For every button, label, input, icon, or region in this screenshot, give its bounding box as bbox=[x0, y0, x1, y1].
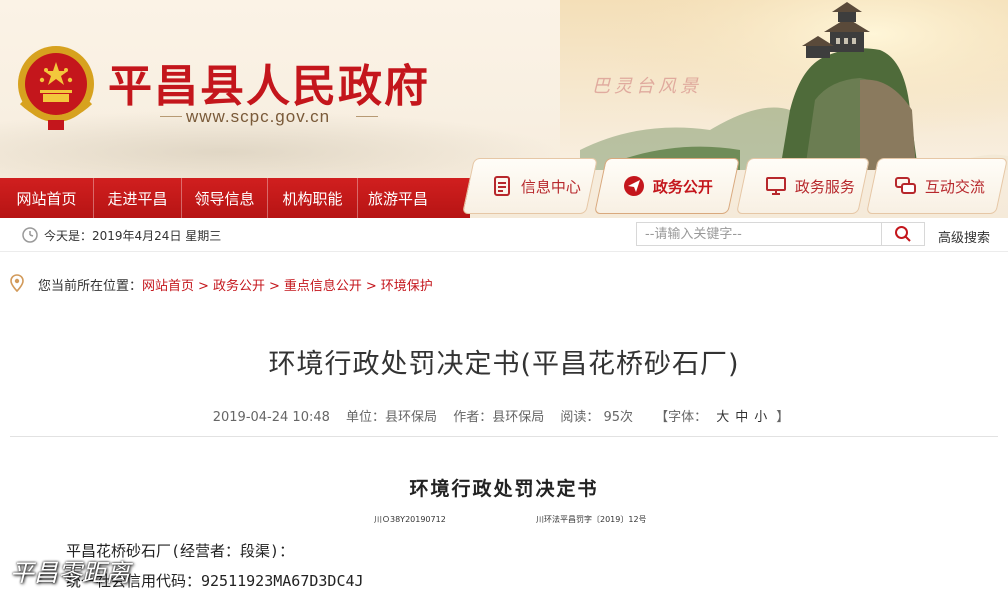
article-divider bbox=[10, 436, 998, 437]
tab-label: 政务服务 bbox=[795, 177, 856, 196]
nav-item-organizations[interactable]: 机构职能 bbox=[268, 178, 358, 218]
font-size-control: 【字体： 大中小】 bbox=[649, 410, 795, 425]
font-size-label: 【字体： bbox=[655, 410, 708, 425]
divider-line bbox=[160, 116, 182, 117]
breadcrumb-home[interactable]: 网站首页 bbox=[142, 279, 194, 294]
tab-label: 政务公开 bbox=[653, 177, 714, 196]
breadcrumb-trail: 您当前所在位置：网站首页 > 政务公开 > 重点信息公开 > 环境保护 bbox=[38, 275, 433, 294]
search-button[interactable] bbox=[881, 222, 925, 246]
divider-line bbox=[356, 116, 378, 117]
font-size-small[interactable]: 小 bbox=[754, 410, 767, 425]
breadcrumb-prefix: 您当前所在位置： bbox=[38, 279, 143, 294]
article-author: 作者：县环保局 bbox=[453, 410, 545, 425]
main-nav: 网站首页 走进平昌 领导信息 机构职能 旅游平昌 bbox=[0, 178, 470, 218]
clock-icon bbox=[22, 227, 38, 243]
article-meta: 2019-04-24 10:48 单位：县环保局 作者：县环保局 阅读： 95次… bbox=[0, 406, 1008, 425]
nav-item-home[interactable]: 网站首页 bbox=[0, 178, 94, 218]
font-size-medium[interactable]: 中 bbox=[735, 410, 748, 425]
tab-interaction[interactable]: 互动交流 bbox=[866, 158, 1008, 214]
document-title: 环境行政处罚决定书 bbox=[409, 478, 599, 500]
tab-label: 信息中心 bbox=[521, 177, 582, 196]
send-icon bbox=[623, 175, 645, 197]
breadcrumb-separator: > bbox=[365, 279, 377, 294]
nav-item-about[interactable]: 走进平昌 bbox=[94, 178, 182, 218]
info-bar: 今天是：2019年4月24日 星期三 高级搜索 bbox=[0, 218, 1008, 252]
view-count: 阅读： 95次 bbox=[560, 410, 634, 425]
search-input[interactable] bbox=[636, 222, 882, 246]
national-emblem-icon bbox=[18, 46, 94, 130]
location-pin-icon bbox=[10, 274, 24, 292]
document-icon bbox=[491, 175, 513, 197]
tab-info-center[interactable]: 信息中心 bbox=[462, 158, 598, 214]
breadcrumb-gov-affairs[interactable]: 政务公开 bbox=[213, 279, 265, 294]
nav-item-tourism[interactable]: 旅游平昌 bbox=[358, 178, 438, 218]
font-size-large[interactable]: 大 bbox=[716, 410, 729, 425]
scenery-caption: 巴灵台风景 bbox=[592, 76, 702, 97]
monitor-icon bbox=[765, 175, 787, 197]
breadcrumb-key-info[interactable]: 重点信息公开 bbox=[284, 279, 362, 294]
tab-government-affairs[interactable]: 政务公开 bbox=[594, 158, 740, 214]
breadcrumb-environment[interactable]: 环境保护 bbox=[381, 279, 433, 294]
document-serial: 川Ｏ38Y20190712 bbox=[374, 515, 446, 524]
watermark-logo: 平昌零距离 bbox=[10, 559, 130, 587]
publish-date: 2019-04-24 10:48 bbox=[212, 410, 330, 425]
advanced-search-link[interactable]: 高级搜索 bbox=[938, 227, 990, 246]
search-icon bbox=[895, 226, 911, 242]
breadcrumb: 您当前所在位置：网站首页 > 政务公开 > 重点信息公开 > 环境保护 bbox=[0, 263, 1008, 301]
tab-government-services[interactable]: 政务服务 bbox=[736, 158, 870, 214]
publish-unit: 单位：县环保局 bbox=[346, 410, 438, 425]
site-name: 平昌县人民政府 bbox=[108, 61, 430, 112]
site-url-row: www.scpc.gov.cn bbox=[160, 106, 420, 126]
chat-icon bbox=[895, 175, 917, 197]
breadcrumb-separator: > bbox=[198, 279, 209, 294]
font-size-close: 】 bbox=[776, 410, 790, 425]
article-title: 环境行政处罚决定书(平昌花桥砂石厂) bbox=[268, 349, 740, 380]
tab-label: 互动交流 bbox=[925, 177, 986, 196]
site-url: www.scpc.gov.cn bbox=[186, 107, 331, 126]
breadcrumb-separator: > bbox=[268, 279, 280, 294]
document-number: 川环法平昌罚字〔2019〕12号 bbox=[536, 515, 647, 524]
nav-item-leaders[interactable]: 领导信息 bbox=[182, 178, 268, 218]
current-date: 今天是：2019年4月24日 星期三 bbox=[44, 229, 222, 243]
